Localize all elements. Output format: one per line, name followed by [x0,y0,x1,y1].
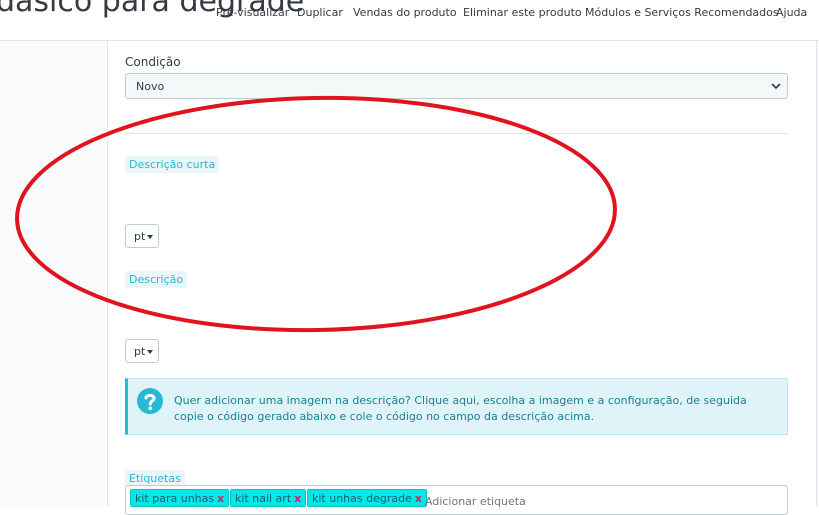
recommended-modules-link[interactable]: Módulos e Serviços Recomendados [585,6,779,19]
tag-chip: kit unhas degrade x [307,489,427,507]
tag-text: kit nail art [235,492,292,505]
description-label: Descrição [125,271,188,288]
tag-text: kit para unhas [135,492,215,505]
image-help-text[interactable]: Quer adicionar uma imagem na descrição? … [174,393,774,425]
chevron-down-icon [771,83,781,90]
product-sales-link[interactable]: Vendas do produto [353,6,457,19]
description-language-button[interactable]: pt [125,339,159,363]
section-divider [125,133,788,134]
help-link[interactable]: Ajuda [776,6,807,19]
tag-chip: kit nail art x [230,489,307,507]
add-tag-input[interactable] [423,489,547,513]
duplicate-link[interactable]: Duplicar [297,6,343,19]
product-form: Condição Novo Descrição curta pt Descriç… [108,41,816,515]
condition-label: Condição [125,55,181,69]
tag-remove-button[interactable]: x [294,492,301,505]
condition-select[interactable]: Novo [125,73,788,99]
product-toolbar: Pré-visualizar Duplicar Vendas do produt… [0,6,819,22]
short-description-language-button[interactable]: pt [125,224,159,248]
condition-value: Novo [136,80,165,93]
question-circle-icon [137,388,163,414]
delete-product-link[interactable]: Eliminar este produto [463,6,582,19]
tag-text: kit unhas degrade [312,492,412,505]
short-description-label: Descrição curta [125,156,220,173]
caret-down-icon [147,235,153,239]
image-help-alert: Quer adicionar uma imagem na descrição? … [125,378,788,435]
left-panel [0,41,108,506]
short-description-language-code: pt [134,230,146,243]
tag-remove-button[interactable]: x [217,492,224,505]
tags-field[interactable]: kit para unhas x kit nail art x kit unhas … [125,485,788,515]
description-language-code: pt [134,345,146,358]
top-header: dásico para degradê Pré-visualizar Dupli… [0,0,819,41]
tag-chip: kit para unhas x [130,489,230,507]
preview-link[interactable]: Pré-visualizar [216,6,289,19]
caret-down-icon [147,350,153,354]
tag-remove-button[interactable]: x [415,492,422,505]
